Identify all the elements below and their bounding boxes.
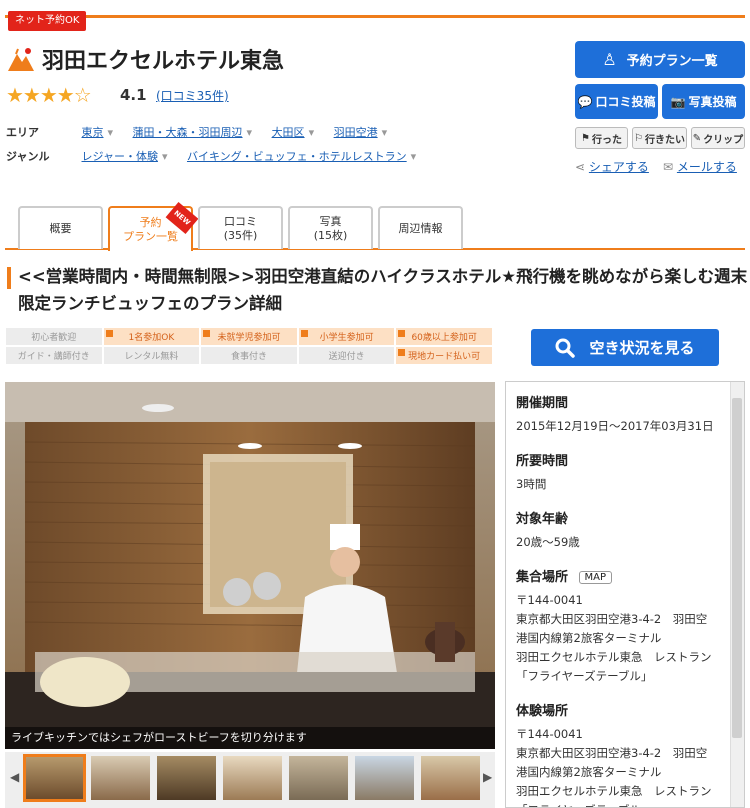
mail-link[interactable]: ✉ メールする — [663, 158, 737, 175]
feature-tags: 初心者歓迎 1名参加OK 未就学児参加可 小学生参加可 60歳以上参加可 ガイド… — [5, 327, 493, 365]
thumbnail[interactable] — [289, 756, 348, 800]
genre-link-buffet[interactable]: バイキング・ビュッフェ・ホテルレストラン — [187, 150, 416, 163]
envelope-icon: ✉ — [663, 160, 674, 174]
venue-value: 〒144-0041 東京都大田区羽田空港3-4-2 羽田空港国内線第2旅客ターミ… — [516, 727, 712, 807]
tag-preschool: 未就学児参加可 — [200, 327, 298, 346]
went-button[interactable]: ⚑ 行った — [575, 127, 628, 149]
tag-card: 現地カード払い可 — [395, 346, 493, 365]
thumbnail[interactable] — [23, 754, 86, 802]
reviews-count-link[interactable]: (口コミ35件) — [156, 87, 229, 104]
check-availability-button[interactable]: 空き状況を見る — [531, 329, 719, 366]
meeting-value: 〒144-0041 東京都大田区羽田空港3-4-2 羽田空港国内線第2旅客ターミ… — [516, 593, 712, 683]
plan-info-panel: 開催期間 2015年12月19日～2017年03月31日 所要時間 3時間 対象… — [505, 381, 745, 808]
thumbnail[interactable] — [223, 756, 282, 800]
genre-row: ジャンル レジャー・体験 バイキング・ビュッフェ・ホテルレストラン — [6, 148, 432, 164]
thumbnail[interactable] — [421, 756, 480, 800]
photo-caption: ライブキッチンではシェフがローストビーフを切り分けます — [5, 727, 495, 749]
plan-title-bar — [7, 267, 11, 289]
camera-icon: 📷 — [670, 94, 686, 109]
speech-bubble-icon: 💬 — [577, 94, 593, 109]
tag-meal: 食事付き — [200, 346, 298, 365]
area-link-ota[interactable]: 大田区 — [272, 126, 315, 139]
mountain-logo-icon — [8, 48, 34, 71]
share-link[interactable]: ⋖ シェアする — [575, 158, 649, 175]
area-label: エリア — [6, 126, 39, 139]
want-to-go-button[interactable]: ⚐ 行きたい — [632, 127, 687, 149]
period-label: 開催期間 — [516, 396, 569, 411]
clip-button[interactable]: ✎ クリップ — [691, 127, 745, 149]
period-value: 2015年12月19日～2017年03月31日 — [516, 419, 714, 433]
flag-icon: ⚐ — [634, 132, 643, 144]
tag-elementary: 小学生参加可 — [297, 327, 396, 346]
review-post-button[interactable]: 💬 口コミ投稿 — [575, 84, 658, 119]
tab-photos[interactable]: 写真 (15枚) — [288, 206, 373, 249]
meeting-label: 集合場所 — [516, 570, 569, 585]
thumbnail[interactable] — [91, 756, 150, 800]
next-arrow-icon[interactable]: ▶ — [483, 770, 492, 784]
tab-nearby[interactable]: 周辺情報 — [378, 206, 463, 249]
plan-list-button[interactable]: ♙ 予約プラン一覧 — [575, 41, 745, 78]
tab-overview[interactable]: 概要 — [18, 206, 103, 249]
paperclip-icon: ✎ — [692, 132, 702, 144]
area-link-haneda[interactable]: 羽田空港 — [334, 126, 388, 139]
genre-link-leisure[interactable]: レジャー・体験 — [82, 150, 168, 163]
buffet-chef-image — [5, 382, 495, 749]
tag-senior: 60歳以上参加可 — [395, 327, 493, 346]
prev-arrow-icon[interactable]: ◀ — [10, 770, 19, 784]
thumbnail-strip: ◀ ▶ — [5, 752, 495, 808]
info-scrollbar[interactable] — [730, 382, 744, 807]
area-link-tokyo[interactable]: 東京 — [82, 126, 114, 139]
map-button[interactable]: MAP — [578, 571, 613, 584]
meeting-place-heading: 集合場所 MAP — [516, 566, 718, 585]
tag-guide: ガイド・講師付き — [5, 346, 103, 365]
age-label: 対象年齢 — [516, 512, 569, 527]
venue-label: 体験場所 — [516, 704, 569, 719]
search-icon — [555, 338, 576, 358]
person-icon: ♙ — [602, 50, 617, 69]
net-booking-badge: ネット予約OK — [8, 11, 87, 31]
main-photo[interactable]: ライブキッチンではシェフがローストビーフを切り分けます — [5, 382, 495, 749]
tag-rental: レンタル無料 — [102, 346, 201, 365]
tag-beginner: 初心者歓迎 — [5, 327, 103, 346]
tag-pickup: 送迎付き — [297, 346, 396, 365]
age-value: 20歳～59歳 — [516, 535, 580, 549]
duration-value: 3時間 — [516, 477, 547, 491]
scrollbar-thumb[interactable] — [732, 398, 742, 738]
flag-icon: ⚑ — [581, 132, 590, 144]
star-rating: ★★★★☆ — [6, 83, 92, 107]
thumbnail[interactable] — [157, 756, 216, 800]
tab-plans[interactable]: 予約 プラン一覧 NEW — [108, 201, 199, 251]
header-rule — [5, 15, 745, 18]
share-icon: ⋖ — [575, 160, 586, 174]
tab-bar: 概要 予約 プラン一覧 NEW 口コミ (35件) 写真 (15枚) 周辺情報 — [5, 201, 745, 251]
area-link-kamata[interactable]: 蒲田・大森・羽田周辺 — [133, 126, 253, 139]
thumbnail[interactable] — [355, 756, 414, 800]
tag-solo: 1名参加OK — [102, 327, 201, 346]
area-row: エリア 東京 蒲田・大森・羽田周辺 大田区 羽田空港 — [6, 124, 403, 140]
rating-value: 4.1 — [120, 86, 147, 104]
genre-label: ジャンル — [6, 150, 50, 163]
tab-reviews[interactable]: 口コミ (35件) — [198, 206, 283, 249]
photo-post-button[interactable]: 📷 写真投稿 — [662, 84, 745, 119]
duration-label: 所要時間 — [516, 454, 569, 469]
plan-title: <<営業時間内・時間無制限>>羽田空港直結のハイクラスホテル★飛行機を眺めながら… — [18, 267, 748, 313]
hotel-title: 羽田エクセルホテル東急 — [42, 49, 285, 74]
